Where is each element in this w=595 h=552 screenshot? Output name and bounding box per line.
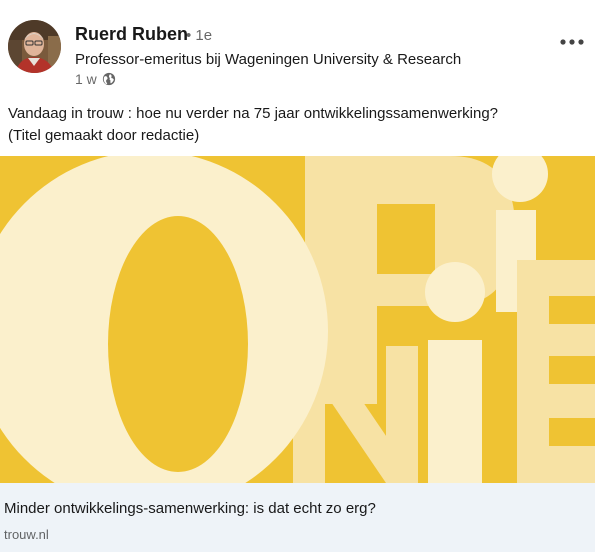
globe-icon <box>102 72 116 86</box>
post-time-row: 1 w <box>75 71 116 87</box>
connection-degree: • 1e <box>186 27 213 44</box>
post-header: Ruerd Ruben • 1e Professor-emeritus bij … <box>0 0 595 92</box>
author-name[interactable]: Ruerd Ruben <box>75 24 188 45</box>
more-options-icon[interactable] <box>558 32 586 52</box>
article-source: trouw.nl <box>4 527 49 542</box>
post-body: Vandaag in trouw : hoe nu verder na 75 j… <box>8 103 578 147</box>
author-headline: Professor-emeritus bij Wageningen Univer… <box>75 51 462 68</box>
post-text-line: (Titel gemaakt door redactie) <box>8 127 200 144</box>
opinie-graphic <box>0 146 595 511</box>
feed-post-card: Ruerd Ruben • 1e Professor-emeritus bij … <box>0 0 595 552</box>
period-dot <box>425 262 485 322</box>
letter-i2 <box>428 340 482 483</box>
post-text-line: Vandaag in trouw : hoe nu verder na 75 j… <box>8 105 499 122</box>
letter-o-inner <box>108 216 248 472</box>
author-avatar[interactable] <box>8 20 61 73</box>
article-link[interactable]: Minder ontwikkelings-samenwerking: is da… <box>0 483 595 552</box>
article-image[interactable] <box>0 146 595 511</box>
avatar-photo-icon <box>8 20 61 73</box>
post-timestamp[interactable]: 1 w <box>75 71 97 87</box>
article-title[interactable]: Minder ontwikkelings-samenwerking: is da… <box>4 500 376 517</box>
